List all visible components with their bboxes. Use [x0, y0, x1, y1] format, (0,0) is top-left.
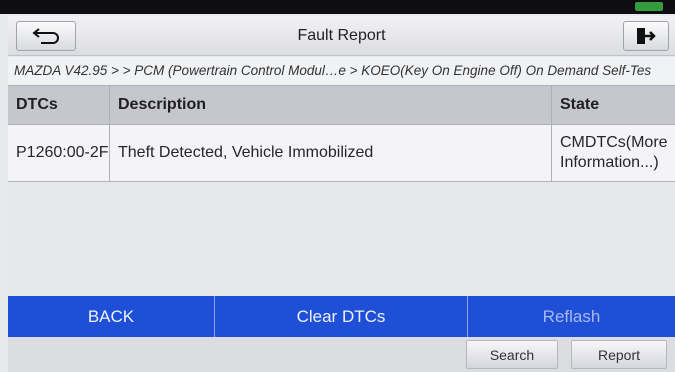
table-row[interactable]: P1260:00-2F Theft Detected, Vehicle Immo… [8, 125, 675, 182]
battery-icon [635, 2, 663, 11]
back-button[interactable]: BACK [8, 296, 215, 337]
table-header: DTCs Description State [8, 85, 675, 125]
dtc-code: P1260:00-2F [8, 125, 110, 181]
exit-button[interactable] [623, 21, 669, 51]
back-icon-button[interactable] [16, 21, 76, 51]
column-header-state: State [560, 96, 600, 113]
search-button[interactable]: Search [466, 340, 558, 369]
fault-table: DTCs Description State P1260:00-2F Theft… [8, 85, 675, 182]
clear-dtcs-button[interactable]: Clear DTCs [215, 296, 468, 337]
status-bar [0, 0, 675, 14]
title-bar: Fault Report [8, 16, 675, 56]
column-header-description: Description [110, 86, 552, 124]
empty-list-area [8, 183, 675, 295]
exit-icon [637, 28, 656, 44]
bottom-bar: Search Report [8, 337, 675, 372]
action-bar: BACK Clear DTCs Reflash [8, 296, 675, 337]
report-button[interactable]: Report [571, 340, 667, 369]
breadcrumb: MAZDA V42.95 > > PCM (Powertrain Control… [8, 57, 675, 85]
dtc-description: Theft Detected, Vehicle Immobilized [110, 125, 552, 181]
page-title: Fault Report [297, 27, 386, 44]
screen: Fault Report MAZDA V42.95 > > PCM (Power… [0, 0, 675, 372]
dtc-state-link[interactable]: CMDTCs(More Information...) [552, 125, 675, 181]
column-header-dtcs: DTCs [8, 86, 110, 124]
reflash-button[interactable]: Reflash [468, 296, 675, 337]
back-arrow-icon [32, 28, 59, 44]
